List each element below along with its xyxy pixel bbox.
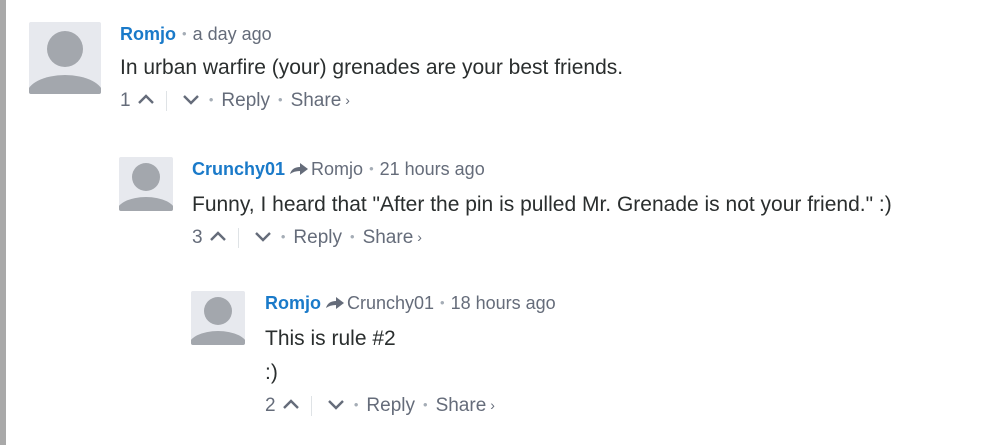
message-line: :) — [265, 361, 278, 384]
footer-separator: • — [280, 229, 286, 244]
chevron-up-icon[interactable] — [208, 226, 228, 250]
chevron-right-icon: › — [417, 229, 422, 245]
parent-author[interactable]: Romjo — [311, 159, 363, 179]
chevron-up-icon[interactable] — [281, 394, 301, 418]
share-label: Share — [290, 90, 342, 111]
parent-author[interactable]: Crunchy01 — [347, 293, 434, 313]
footer-separator: • — [350, 229, 355, 244]
reply-button[interactable]: Reply — [221, 90, 270, 111]
default-avatar-icon — [119, 163, 173, 211]
default-avatar-icon — [29, 31, 101, 94]
default-avatar-icon — [191, 297, 245, 345]
chevron-right-icon: › — [490, 397, 495, 413]
footer-separator: • — [278, 92, 283, 107]
chevron-down-icon[interactable] — [181, 89, 201, 113]
upvote-count: 1 — [120, 90, 131, 111]
message-line: In urban warfire (your) grenades are you… — [120, 56, 624, 79]
chevron-down-icon[interactable] — [326, 394, 346, 418]
comment-meta: Romjo Crunchy01 • 18 hours ago — [265, 291, 556, 317]
timestamp[interactable]: 21 hours ago — [380, 159, 485, 179]
comment-meta: Crunchy01 Romjo • 21 hours ago — [192, 157, 892, 183]
timestamp[interactable]: a day ago — [193, 24, 272, 44]
avatar[interactable] — [119, 157, 173, 211]
vote-divider — [237, 227, 239, 248]
author-name[interactable]: Romjo — [265, 293, 321, 313]
footer-separator: • — [353, 397, 359, 412]
comment-meta: Romjo • a day ago — [120, 22, 623, 46]
thread-rail — [0, 0, 6, 445]
author-name[interactable]: Romjo — [120, 24, 176, 44]
upvote-count: 2 — [265, 395, 276, 416]
share-label: Share — [435, 395, 487, 416]
comment-message: In urban warfire (your) grenades are you… — [120, 54, 623, 82]
meta-separator: • — [369, 161, 374, 176]
avatar[interactable] — [29, 22, 101, 94]
timestamp[interactable]: 18 hours ago — [451, 293, 556, 313]
comment-footer: 1 • Reply • Share › — [120, 88, 623, 113]
footer-separator: • — [208, 92, 214, 107]
comment-thread: Romjo • a day ago In urban warfire (your) … — [0, 0, 1000, 445]
upvote-count: 3 — [192, 227, 203, 248]
comment-footer: 2 • Reply • Share › — [265, 393, 556, 418]
reply-arrow-icon — [289, 159, 309, 183]
share-button[interactable]: Share › — [363, 227, 422, 248]
reply-button[interactable]: Reply — [366, 395, 415, 416]
share-button[interactable]: Share › — [291, 90, 350, 111]
meta-separator: • — [182, 26, 187, 41]
comment-footer: 3 • Reply • Share › — [192, 225, 892, 250]
chevron-down-icon[interactable] — [253, 226, 273, 250]
comment-message: Funny, I heard that "After the pin is pu… — [192, 191, 892, 219]
share-button[interactable]: Share › — [436, 395, 495, 416]
share-label: Share — [362, 227, 414, 248]
reply-arrow-icon — [325, 293, 345, 317]
reply-button[interactable]: Reply — [293, 227, 342, 248]
chevron-right-icon: › — [345, 92, 350, 108]
comment-message: This is rule #2 :) — [265, 325, 556, 387]
vote-divider — [310, 395, 312, 416]
vote-divider — [165, 90, 167, 111]
message-line: Funny, I heard that "After the pin is pu… — [192, 193, 892, 216]
meta-separator: • — [440, 295, 445, 310]
message-line: This is rule #2 — [265, 327, 396, 350]
author-name[interactable]: Crunchy01 — [192, 159, 285, 179]
chevron-up-icon[interactable] — [136, 89, 156, 113]
avatar[interactable] — [191, 291, 245, 345]
footer-separator: • — [423, 397, 428, 412]
